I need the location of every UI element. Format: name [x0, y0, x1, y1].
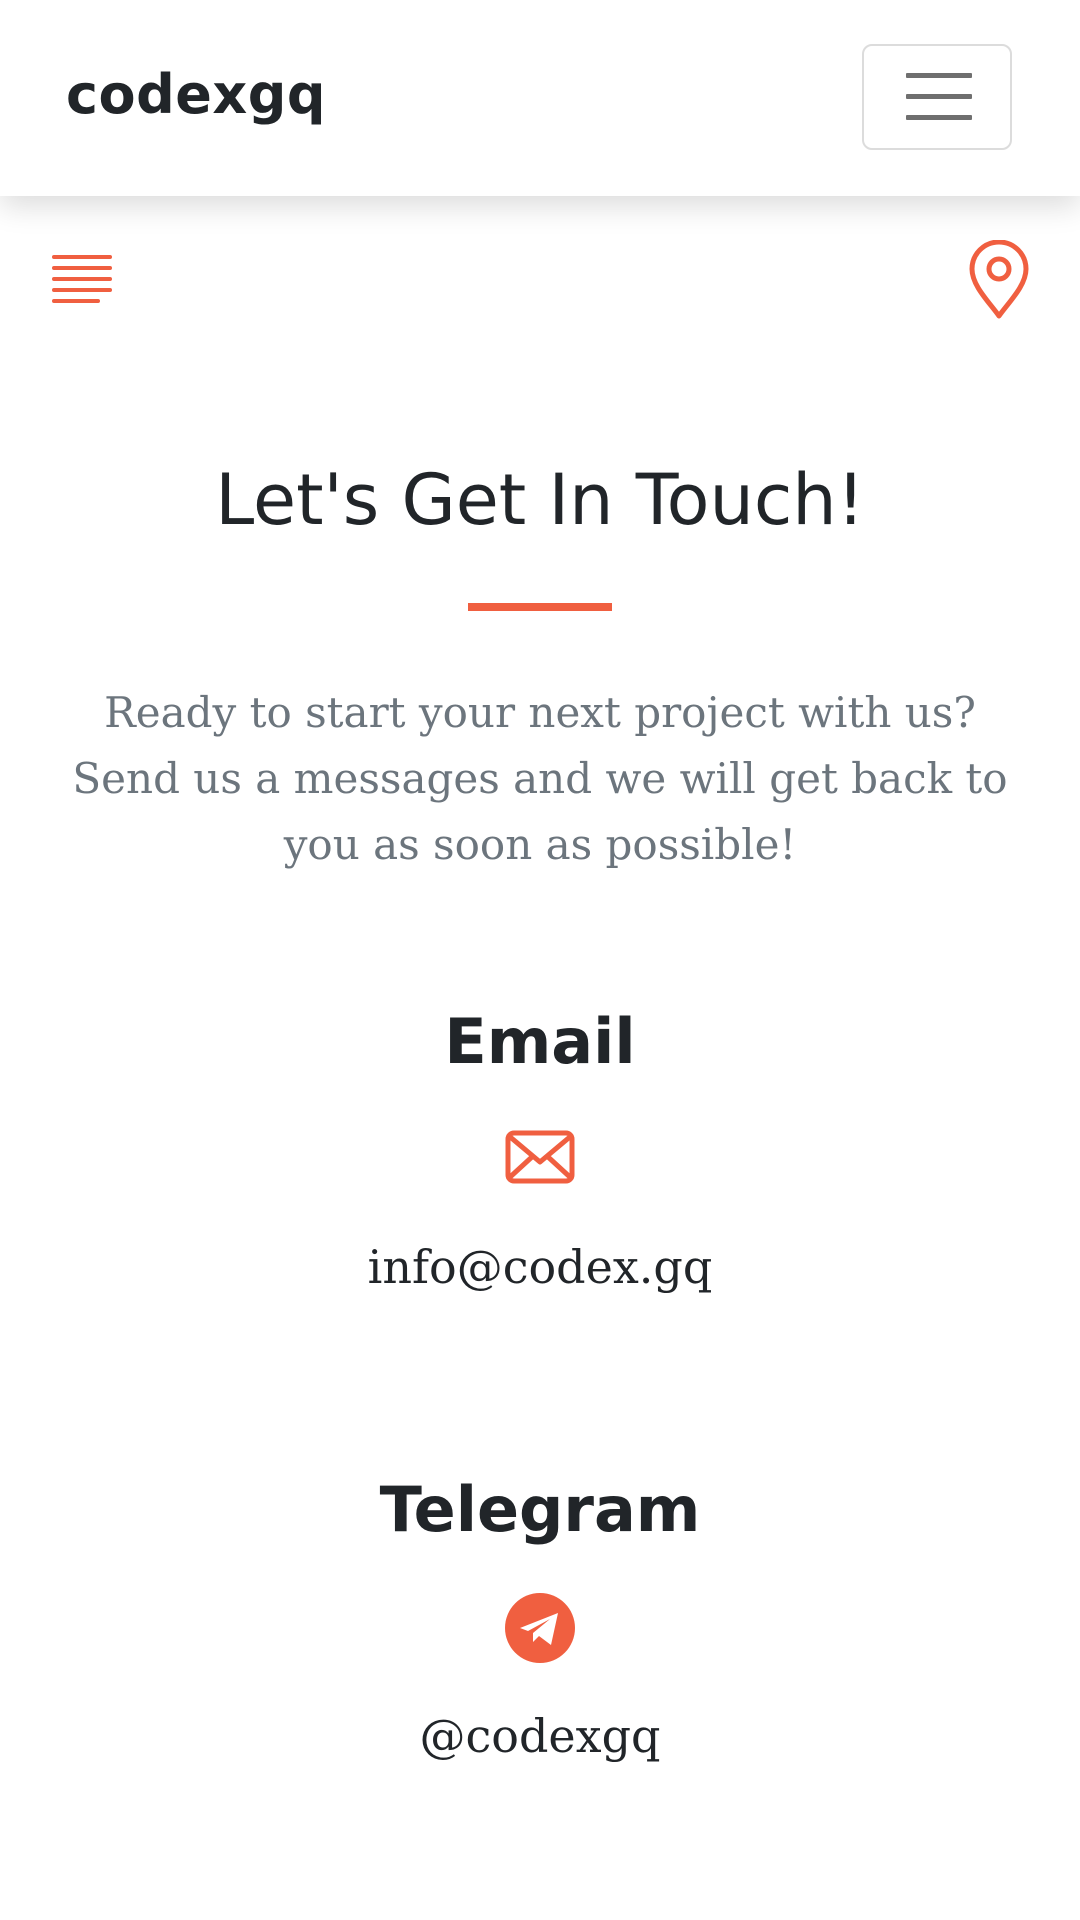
telegram-icon[interactable] — [504, 1592, 576, 1664]
email-title: Email — [444, 1005, 636, 1078]
list-lines-icon[interactable] — [52, 254, 112, 306]
email-link[interactable]: info@codex.gq — [0, 1237, 1080, 1297]
telegram-link[interactable]: @codexgq — [0, 1706, 1080, 1766]
envelope-icon[interactable] — [504, 1122, 576, 1194]
contact-lead-text: Ready to start your next project with us… — [72, 688, 1008, 869]
hamburger-icon — [906, 73, 972, 120]
brand-link[interactable]: codexgq — [66, 60, 326, 130]
map-pin-icon[interactable] — [968, 240, 1030, 320]
heading-divider — [468, 603, 612, 611]
navbar-toggler-button[interactable] — [862, 44, 1012, 150]
contact-heading: Let's Get In Touch! — [215, 459, 865, 541]
telegram-title: Telegram — [379, 1473, 701, 1546]
navbar: codexgq — [0, 0, 1080, 196]
